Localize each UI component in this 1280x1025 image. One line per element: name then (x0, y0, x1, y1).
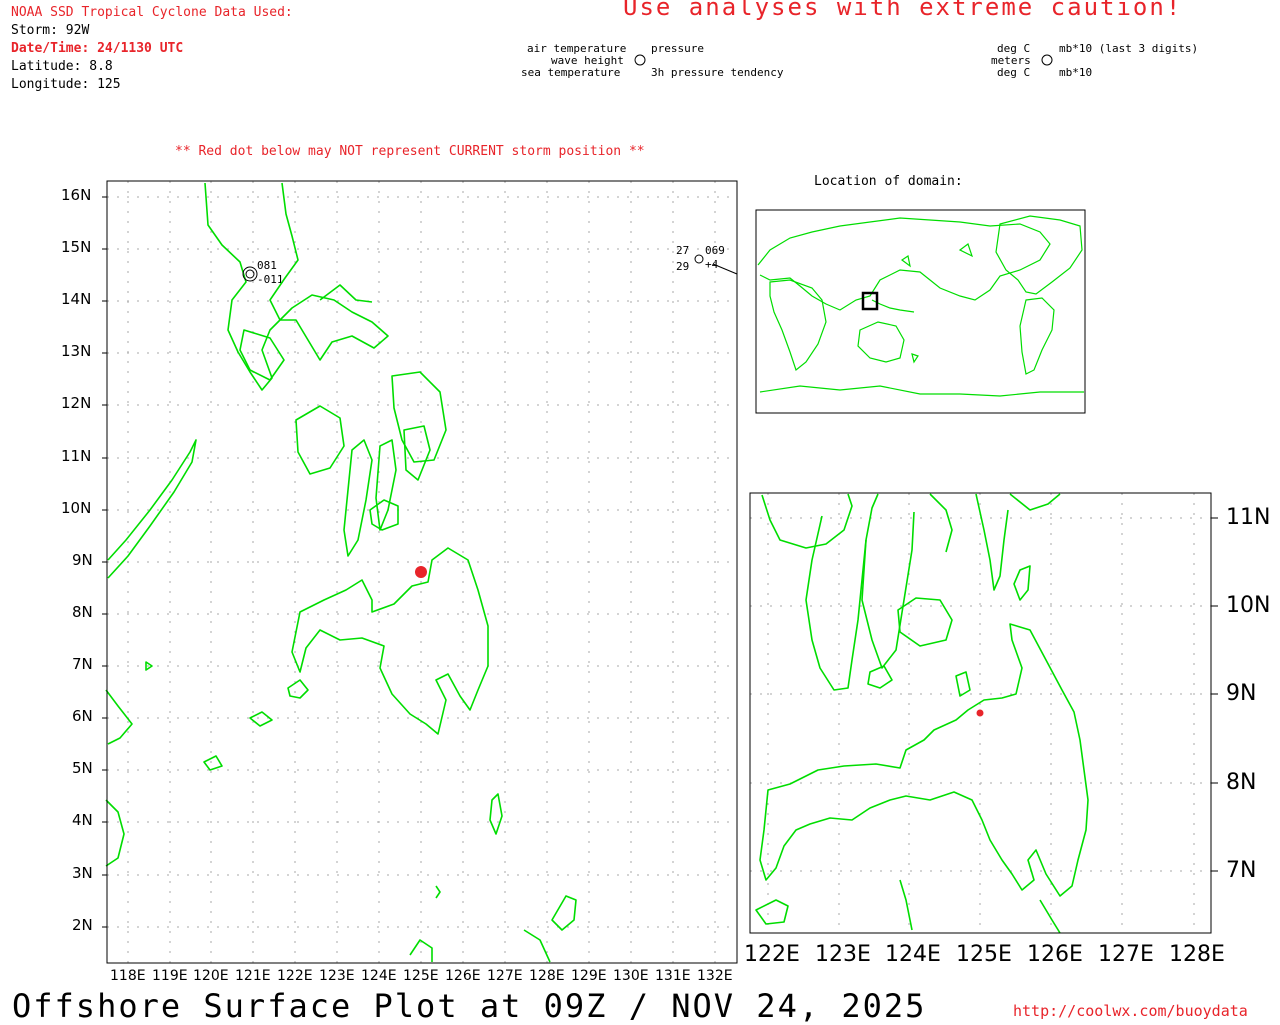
main-lon-label: 131E (655, 968, 691, 984)
main-lat-label: 4N (72, 811, 93, 829)
main-lon-label: 125E (403, 968, 439, 984)
main-lon-label: 123E (319, 968, 355, 984)
main-lat-label: 5N (72, 759, 93, 777)
main-lon-label: 126E (445, 968, 481, 984)
main-lon-label: 129E (571, 968, 607, 984)
zoom-lat-label: 10N (1226, 593, 1271, 618)
zoom-lon-label: 123E (815, 942, 871, 967)
map-graphics (102, 54, 1218, 964)
main-lon-label: 128E (529, 968, 565, 984)
main-lat-label: 12N (61, 394, 92, 412)
main-lon-label: 121E (235, 968, 271, 984)
zoom-lon-label: 122E (744, 942, 800, 967)
main-lon-label: 132E (697, 968, 733, 984)
zoom-lon-label: 124E (885, 942, 941, 967)
zoom-map (749, 492, 1218, 934)
source-url-link[interactable]: http://coolwx.com/buoydata (1013, 1004, 1248, 1019)
zoom-storm-position-dot (976, 709, 984, 717)
zoom-lat-label: 7N (1226, 858, 1257, 883)
zoom-lat-label: 9N (1226, 681, 1257, 706)
main-lat-label: 2N (72, 916, 93, 934)
zoom-lon-label: 126E (1027, 942, 1083, 967)
main-lat-label: 3N (72, 864, 93, 882)
main-lon-label: 118E (110, 968, 146, 984)
plot-title: Offshore Surface Plot at 09Z / NOV 24, 2… (12, 987, 927, 1025)
main-lat-label: 10N (61, 499, 92, 517)
main-lat-label: 16N (61, 186, 92, 204)
zoom-lon-label: 127E (1098, 942, 1154, 967)
main-lat-label: 13N (61, 342, 92, 360)
main-lon-label: 124E (361, 968, 397, 984)
main-lat-label: 15N (61, 238, 92, 256)
zoom-lon-label: 125E (956, 942, 1012, 967)
main-lon-label: 119E (152, 968, 188, 984)
storm-position-dot (415, 566, 427, 578)
main-lat-label: 14N (61, 290, 92, 308)
zoom-lat-label: 8N (1226, 770, 1257, 795)
zoom-lat-label: 11N (1226, 505, 1271, 530)
main-lat-label: 7N (72, 655, 93, 673)
main-lat-label: 9N (72, 551, 93, 569)
main-lon-label: 120E (193, 968, 229, 984)
main-lon-label: 130E (613, 968, 649, 984)
main-lat-label: 11N (61, 447, 92, 465)
main-lon-label: 122E (277, 968, 313, 984)
main-lon-label: 127E (487, 968, 523, 984)
main-lat-label: 8N (72, 603, 93, 621)
zoom-lon-label: 128E (1169, 942, 1225, 967)
main-lat-label: 6N (72, 707, 93, 725)
inset-world-map (755, 209, 1086, 414)
main-map (102, 180, 738, 964)
